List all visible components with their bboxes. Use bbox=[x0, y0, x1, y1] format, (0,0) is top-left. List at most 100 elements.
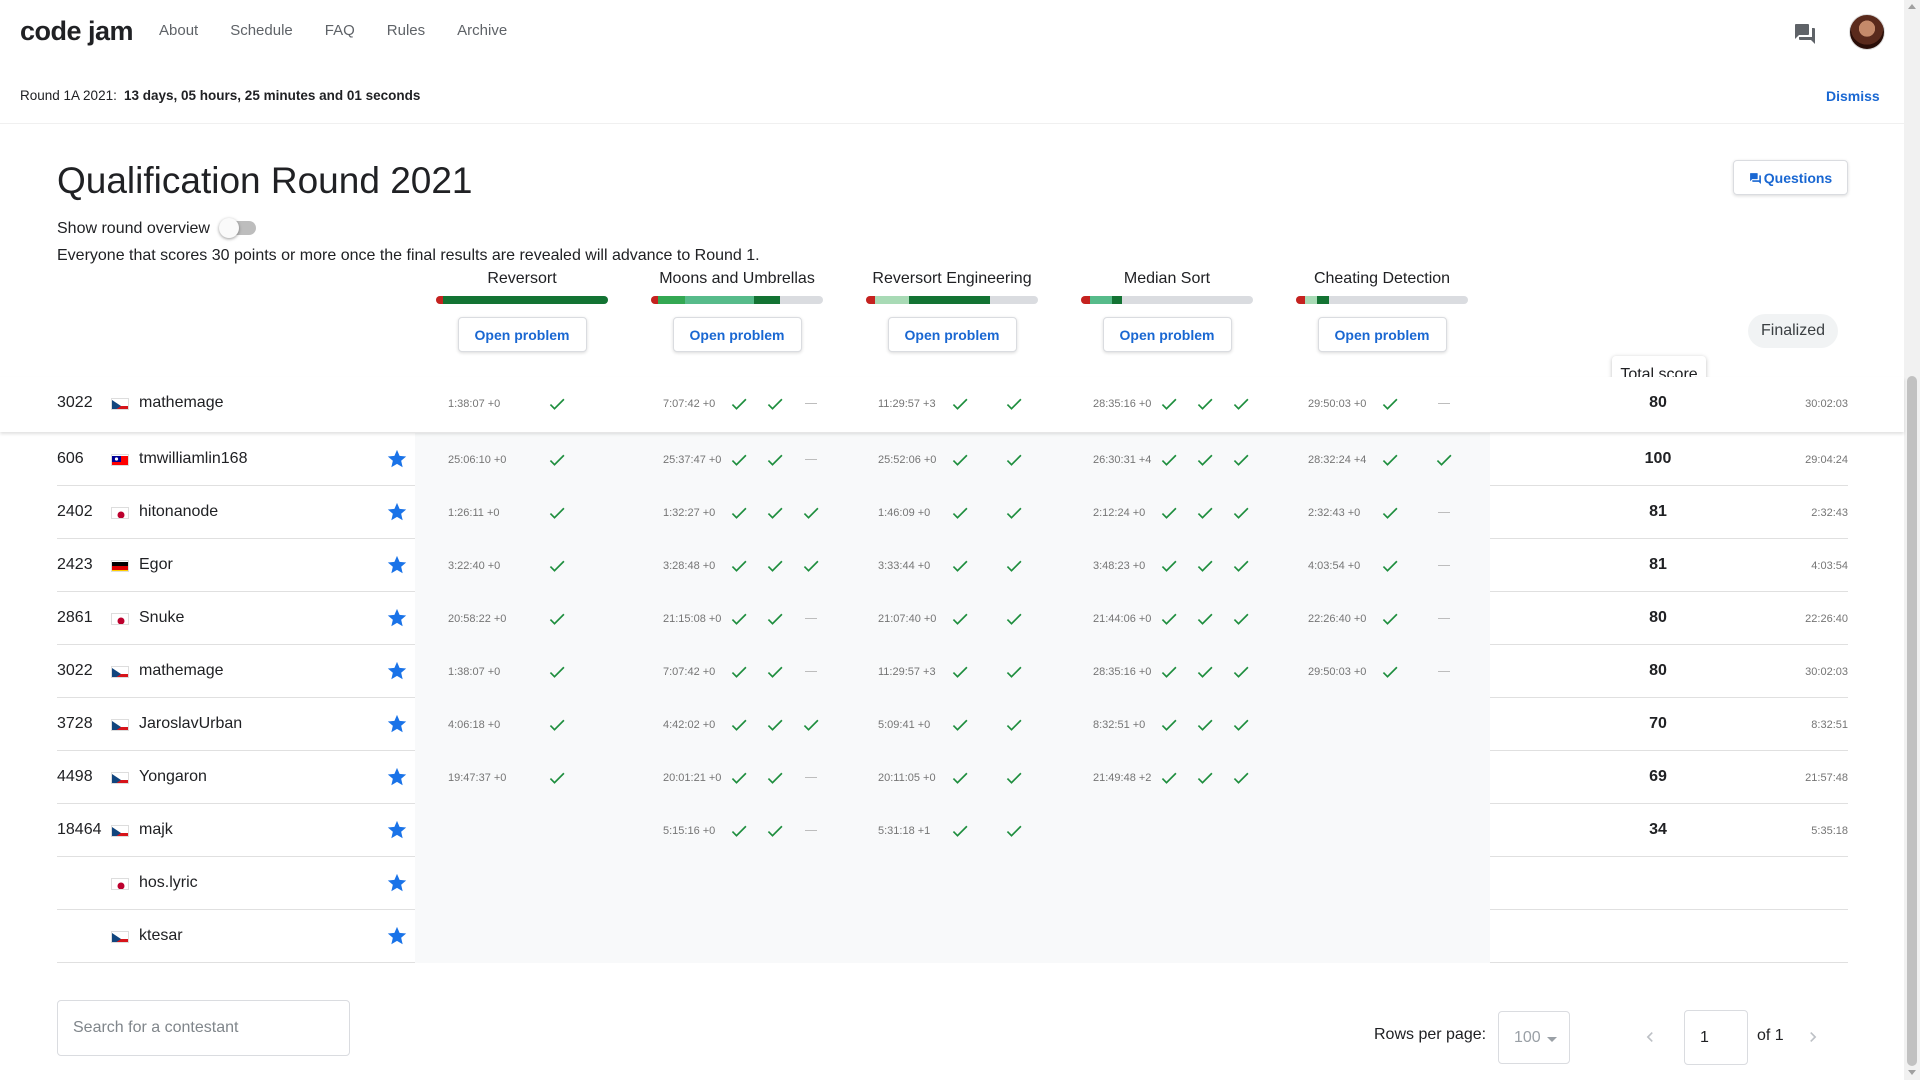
problem-cell: 22:26:40 +0 bbox=[1275, 592, 1490, 645]
problem-cell bbox=[415, 857, 630, 910]
scrollbar-thumb[interactable] bbox=[1907, 376, 1917, 1066]
chevron-right-icon[interactable] bbox=[1803, 1027, 1823, 1047]
star-icon[interactable] bbox=[386, 501, 408, 523]
dash-icon bbox=[805, 777, 817, 778]
contestant-name[interactable]: ktesar bbox=[139, 927, 183, 945]
problem-cell bbox=[1275, 698, 1490, 751]
progress-segment bbox=[1296, 296, 1305, 304]
problem-cell: 26:30:31 +4 bbox=[1060, 433, 1275, 486]
star-icon[interactable] bbox=[386, 819, 408, 841]
submission-time: 2:12:24 +0 bbox=[1093, 507, 1146, 519]
dash-icon bbox=[805, 403, 817, 404]
country-flag-icon bbox=[111, 878, 129, 890]
dash-icon bbox=[1438, 618, 1450, 619]
check-icon bbox=[1380, 503, 1400, 523]
search-input[interactable] bbox=[57, 1000, 350, 1056]
nav-link-faq[interactable]: FAQ bbox=[325, 22, 355, 39]
problem-cell: 29:50:03 +0 bbox=[1275, 377, 1490, 430]
open-problem-button[interactable]: Open problem bbox=[1317, 317, 1447, 352]
submission-time: 1:46:09 +0 bbox=[878, 507, 931, 519]
progress-segment bbox=[908, 296, 990, 304]
open-problem-button[interactable]: Open problem bbox=[887, 317, 1017, 352]
problem-cell: 20:11:05 +0 bbox=[845, 751, 1060, 804]
rows-per-page-value: 100 bbox=[1514, 1028, 1541, 1046]
problem-cell: 25:37:47 +0 bbox=[630, 433, 845, 486]
avatar[interactable] bbox=[1849, 14, 1885, 50]
logo[interactable]: code jam bbox=[20, 16, 134, 47]
open-problem-button[interactable]: Open problem bbox=[672, 317, 802, 352]
check-icon bbox=[950, 662, 970, 682]
star-icon[interactable] bbox=[386, 872, 408, 894]
contestant-name[interactable]: mathemage bbox=[139, 662, 224, 680]
check-icon bbox=[1195, 768, 1215, 788]
check-icon bbox=[1231, 768, 1251, 788]
problem-cell: 21:49:48 +2 bbox=[1060, 751, 1275, 804]
country-flag-icon bbox=[111, 454, 129, 466]
check-icon bbox=[547, 715, 567, 735]
problem-cell bbox=[1060, 857, 1275, 910]
check-icon bbox=[765, 821, 785, 841]
questions-button[interactable]: Questions bbox=[1733, 160, 1848, 195]
check-icon bbox=[1195, 662, 1215, 682]
submission-time: 20:58:22 +0 bbox=[448, 613, 507, 625]
problem-cell bbox=[1275, 910, 1490, 963]
submission-time: 25:37:47 +0 bbox=[663, 454, 722, 466]
penalty-time: 29:04:24 bbox=[1805, 454, 1848, 466]
contestant-name[interactable]: tmwilliamlin168 bbox=[139, 450, 247, 468]
star-icon[interactable] bbox=[386, 607, 408, 629]
page-number-input[interactable]: 1 bbox=[1684, 1010, 1748, 1065]
chat-icon[interactable] bbox=[1793, 20, 1817, 44]
contestant-name[interactable]: hos.lyric bbox=[139, 874, 198, 892]
progress-segment bbox=[754, 296, 780, 304]
nav-link-archive[interactable]: Archive bbox=[457, 22, 507, 39]
submission-time: 1:38:07 +0 bbox=[448, 398, 501, 410]
star-icon[interactable] bbox=[386, 713, 408, 735]
contestant-name[interactable]: Egor bbox=[139, 556, 173, 574]
scroll-down-arrow[interactable] bbox=[1908, 1070, 1916, 1075]
dismiss-button[interactable]: Dismiss bbox=[1826, 88, 1880, 104]
star-icon[interactable] bbox=[386, 660, 408, 682]
problem-cell bbox=[1275, 857, 1490, 910]
contestant-name[interactable]: Snuke bbox=[139, 609, 184, 627]
page-title: Qualification Round 2021 bbox=[57, 160, 473, 201]
open-problem-button[interactable]: Open problem bbox=[1102, 317, 1232, 352]
star-icon[interactable] bbox=[386, 448, 408, 470]
problem-cell: 2:32:43 +0 bbox=[1275, 486, 1490, 539]
check-icon bbox=[1231, 450, 1251, 470]
nav-link-schedule[interactable]: Schedule bbox=[230, 22, 293, 39]
progress-segment bbox=[1304, 296, 1317, 304]
star-icon[interactable] bbox=[386, 554, 408, 576]
round-overview-toggle[interactable] bbox=[219, 218, 256, 238]
contestant-name[interactable]: JaroslavUrban bbox=[139, 715, 242, 733]
star-icon[interactable] bbox=[386, 925, 408, 947]
check-icon bbox=[1231, 715, 1251, 735]
penalty-time: 4:03:54 bbox=[1811, 560, 1848, 572]
star-icon[interactable] bbox=[386, 766, 408, 788]
check-icon bbox=[801, 503, 821, 523]
check-icon bbox=[1380, 556, 1400, 576]
contestant-name[interactable]: hitonanode bbox=[139, 503, 218, 521]
nav-link-rules[interactable]: Rules bbox=[387, 22, 425, 39]
problem-cell bbox=[415, 804, 630, 857]
contestant-rank: 2423 bbox=[57, 556, 93, 573]
chevron-left-icon[interactable] bbox=[1640, 1027, 1660, 1047]
contestant-rank: 2402 bbox=[57, 503, 93, 520]
contestant-name[interactable]: mathemage bbox=[139, 394, 224, 412]
rows-per-page-select[interactable]: 100 bbox=[1498, 1011, 1570, 1064]
problem-cell: 4:42:02 +0 bbox=[630, 698, 845, 751]
nav-link-about[interactable]: About bbox=[159, 22, 198, 39]
caret-down-icon bbox=[1547, 1037, 1557, 1042]
contestant-name[interactable]: majk bbox=[139, 821, 173, 839]
check-icon bbox=[1159, 715, 1179, 735]
check-icon bbox=[547, 450, 567, 470]
contestant-name[interactable]: Yongaron bbox=[139, 768, 207, 786]
open-problem-button[interactable]: Open problem bbox=[457, 317, 587, 352]
check-icon bbox=[765, 662, 785, 682]
table-row: 4498 Yongaron 19:47:37 +0 20:01:21 +0 20:11:… bbox=[57, 751, 1848, 804]
problem-cell bbox=[630, 910, 845, 963]
table-row: 3728 JaroslavUrban 4:06:18 +0 4:42:02 +0 5:0… bbox=[57, 698, 1848, 751]
penalty-time: 8:32:51 bbox=[1811, 719, 1848, 731]
problem-cell: 25:52:06 +0 bbox=[845, 433, 1060, 486]
submission-time: 3:22:40 +0 bbox=[448, 560, 501, 572]
scroll-up-arrow[interactable] bbox=[1908, 4, 1916, 9]
